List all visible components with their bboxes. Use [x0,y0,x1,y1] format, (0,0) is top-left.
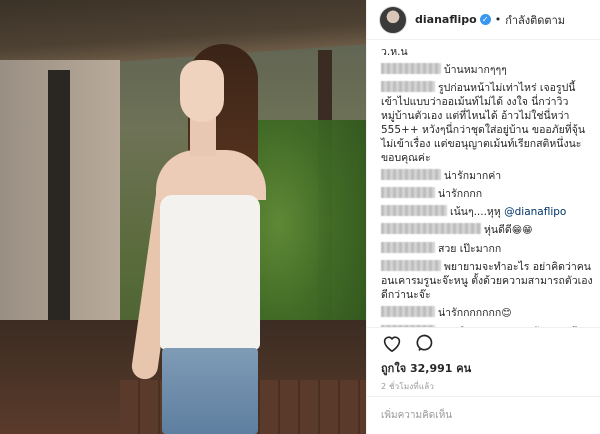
comment-item: บ้านหมากๆๆๆ [381,63,593,77]
comment-text: น่ารักกกกกกก [438,307,502,319]
comment-item: ว.ห.น [381,45,593,59]
comment-text: น่ารักกกก [438,188,483,200]
post-photo[interactable] [0,0,366,434]
comment-text: หุ่นดีดี [484,224,512,236]
post-timestamp: 2 ชั่วโมงที่แล้ว [381,382,435,391]
comment-text: สวย เป๊ะมากก [438,243,502,255]
comment-item: เน้นๆ....หุหุ @dianaflipo [381,205,593,219]
redacted-username [381,306,435,317]
redacted-username [381,187,435,198]
redacted-username [381,169,441,180]
redacted-username [381,81,435,92]
comment-text: ว.ห.น [381,46,408,58]
emoji-icon: 😁😁 [511,225,533,236]
add-comment-bar [367,396,600,434]
photo-person [130,30,270,434]
action-bar [367,327,600,357]
comment-text: รูปก่อนหน้าไม่เท่าไหร่ เจอรูปนี้เข้าไปแบ… [381,82,586,164]
post-sidebar: dianaflipo ✓ • กำลังติดตาม ว.ห.นบ้านหมาก… [366,0,600,434]
post-header: dianaflipo ✓ • กำลังติดตาม [367,0,600,40]
comment-item: สวย เป๊ะมากก [381,242,593,256]
verified-badge-icon: ✓ [479,14,491,25]
comment-item: หุ่นดีดี😁😁 [381,223,593,238]
comment-icon[interactable] [413,332,435,354]
redacted-username [381,223,481,234]
comment-item: น่ารักกกก [381,187,593,201]
heart-icon[interactable] [381,332,403,354]
comment-text: บ้านหมากๆๆๆ [444,64,507,76]
follow-status-button[interactable]: กำลังติดตาม [505,11,565,29]
comment-item: รูปก่อนหน้าไม่เท่าไหร่ เจอรูปนี้เข้าไปแบ… [381,81,593,165]
comments-list[interactable]: ว.ห.นบ้านหมากๆๆๆรูปก่อนหน้าไม่เท่าไหร่ เ… [367,41,600,327]
separator-dot: • [494,13,502,26]
emoji-icon: 😊 [501,308,512,319]
avatar[interactable] [379,5,407,34]
comment-item: น่ารักมากค่า [381,169,593,183]
mention-link[interactable]: @dianaflipo [504,206,566,218]
comment-input[interactable] [367,397,600,433]
comment-text: น่ารักมากค่า [444,170,502,182]
comment-item: น่ารักกกกกกก😊 [381,306,593,321]
redacted-username [381,242,435,253]
redacted-username [381,205,447,216]
username-link[interactable]: dianaflipo [415,13,477,26]
redacted-username [381,63,441,74]
comment-text: เน้นๆ....หุหุ [450,206,501,218]
redacted-username [381,260,441,271]
likes-count[interactable]: ถูกใจ 32,991 คน [381,359,471,377]
comment-item: พยายามจะทำอะไร อย่าคิดว่าคนอนเคารมรูนะจ๊… [381,260,593,302]
